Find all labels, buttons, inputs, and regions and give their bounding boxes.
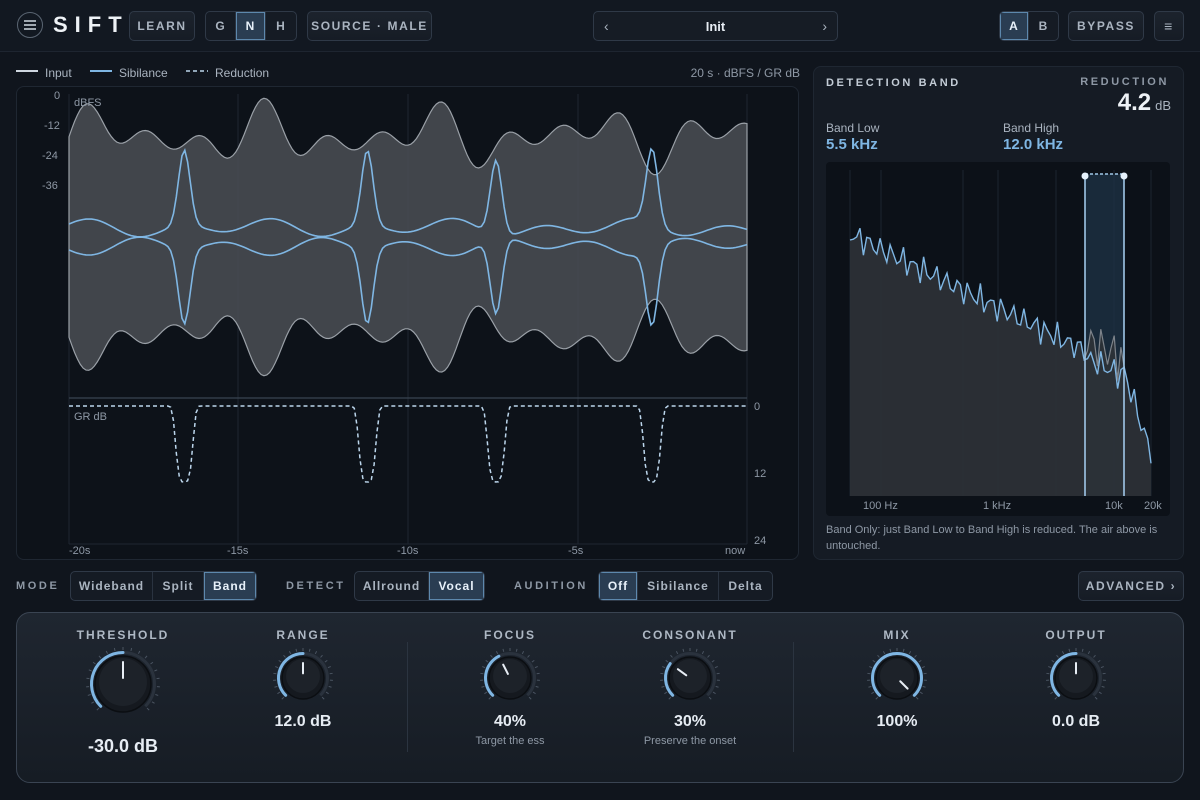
mix-cap: [880, 659, 914, 693]
hamburger-icon: [24, 20, 36, 30]
time-tick-now: now: [725, 545, 745, 557]
model-h-button[interactable]: H: [266, 12, 296, 40]
legend-sibilance: Sibilance: [119, 66, 168, 80]
mode-selector: Wideband Split Band: [70, 571, 257, 601]
legend-input-icon: [16, 70, 38, 72]
detect-selector: Allround Vocal: [354, 571, 485, 601]
gr-tick-24: 24: [754, 535, 766, 547]
ab-selector: A B: [999, 11, 1059, 41]
threshold-value: -30.0 dB: [87, 736, 159, 756]
time-tick-5: -5s: [568, 545, 584, 557]
focus-value: 40%: [493, 713, 527, 730]
band-low-value[interactable]: 5.5 kHz: [826, 136, 878, 153]
dbfs-tick-24: -24: [42, 150, 58, 162]
reduction-label: REDUCTION: [1080, 76, 1169, 88]
threshold-title: THRESHOLD: [76, 628, 170, 642]
time-tick-15: -15s: [227, 545, 249, 557]
focus-subtitle: Target the ess: [475, 735, 545, 747]
scope-display[interactable]: dBFS GR dB 0 -12 -24 -36 0 12 24 -20s -1…: [16, 86, 799, 560]
range-title: RANGE: [276, 628, 330, 642]
gr-tick-12: 12: [754, 468, 766, 480]
focus-title: FOCUS: [484, 628, 536, 642]
audition-sibilance-button[interactable]: Sibilance: [638, 572, 719, 600]
detect-label: DETECT: [286, 580, 346, 592]
consonant-value: 30%: [673, 713, 707, 730]
audition-selector: Off Sibilance Delta: [598, 571, 773, 601]
mix-knob[interactable]: [867, 648, 927, 708]
model-selector: G N H: [205, 11, 297, 41]
output-value: 0.0 dB: [1051, 713, 1100, 730]
detection-title: DETECTION BAND: [826, 77, 961, 89]
knob-divider-2: [793, 642, 794, 752]
main-menu-button[interactable]: [17, 12, 43, 38]
detect-vocal-button[interactable]: Vocal: [429, 572, 484, 600]
reduction-value: 4.2: [1117, 89, 1152, 116]
spectrum-display[interactable]: 100 Hz 1 kHz 10k 20k: [826, 162, 1170, 516]
mode-label: MODE: [16, 580, 60, 592]
band-note: Band Only: just Band Low to Band High is…: [826, 524, 1158, 552]
menu-icon: ≡: [1164, 18, 1174, 34]
dbfs-axis-label: dBFS: [74, 97, 102, 109]
model-g-button[interactable]: G: [206, 12, 236, 40]
audition-delta-button[interactable]: Delta: [719, 572, 772, 600]
dbfs-tick-0: 0: [54, 90, 60, 102]
band-high-grip[interactable]: [1120, 172, 1128, 180]
time-tick-10: -10s: [397, 545, 419, 557]
model-n-button[interactable]: N: [236, 12, 266, 40]
freq-tick-20k: 20k: [1144, 500, 1162, 512]
band-high-label: Band High: [1003, 121, 1060, 135]
mode-wideband-button[interactable]: Wideband: [71, 572, 153, 600]
threshold-knob[interactable]: [83, 644, 163, 724]
mix-title: MIX: [883, 628, 911, 642]
freq-tick-10k: 10k: [1105, 500, 1123, 512]
preset-next-button[interactable]: ›: [822, 18, 827, 34]
detect-allround-button[interactable]: Allround: [355, 572, 429, 600]
mix-value: 100%: [876, 713, 918, 730]
range-value: 12.0 dB: [274, 713, 332, 730]
consonant-cap: [673, 659, 707, 693]
band-low-label: Band Low: [826, 121, 880, 135]
advanced-button[interactable]: ADVANCED ›: [1078, 571, 1184, 601]
focus-cap: [493, 659, 527, 693]
consonant-title: CONSONANT: [642, 628, 738, 642]
preset-browser: ‹ Init ›: [593, 11, 838, 41]
legend-input: Input: [45, 66, 72, 80]
dbfs-tick-36: -36: [42, 180, 58, 192]
audition-off-button[interactable]: Off: [599, 572, 638, 600]
settings-menu-button[interactable]: ≡: [1154, 11, 1184, 41]
output-title: OUTPUT: [1045, 628, 1107, 642]
logo: SIFT: [53, 12, 129, 37]
legend-reduction-icon: [186, 70, 208, 72]
dbfs-tick-12: -12: [44, 120, 60, 132]
audition-label: AUDITION: [514, 580, 588, 592]
freq-tick-1khz: 1 kHz: [983, 500, 1011, 512]
gr-axis-label: GR dB: [74, 411, 107, 423]
ab-a-button[interactable]: A: [1000, 12, 1029, 40]
focus-knob[interactable]: [480, 648, 540, 708]
output-knob[interactable]: [1046, 648, 1106, 708]
ab-b-button[interactable]: B: [1029, 12, 1058, 40]
consonant-subtitle: Preserve the onset: [643, 735, 737, 747]
time-tick-20: -20s: [69, 545, 91, 557]
band-low-grip[interactable]: [1081, 172, 1089, 180]
reduction-unit: dB: [1155, 98, 1171, 113]
learn-button[interactable]: LEARN: [129, 11, 195, 41]
scale-info: 20 s · dBFS / GR dB: [690, 66, 800, 80]
mode-band-button[interactable]: Band: [204, 572, 256, 600]
band-high-value[interactable]: 12.0 kHz: [1003, 136, 1063, 153]
mode-split-button[interactable]: Split: [153, 572, 204, 600]
preset-name[interactable]: Init: [594, 19, 837, 34]
legend-reduction: Reduction: [215, 66, 270, 80]
bypass-button[interactable]: BYPASS: [1068, 11, 1144, 41]
source-button[interactable]: SOURCE · MALE: [307, 11, 432, 41]
reduction-readout: 4.2 dB: [1118, 89, 1171, 117]
knob-divider-1: [407, 642, 408, 752]
gr-tick-0: 0: [754, 401, 760, 413]
legend-sibilance-icon: [90, 70, 112, 72]
range-knob[interactable]: [273, 648, 333, 708]
consonant-knob[interactable]: [660, 648, 720, 708]
freq-tick-100hz: 100 Hz: [863, 500, 898, 512]
